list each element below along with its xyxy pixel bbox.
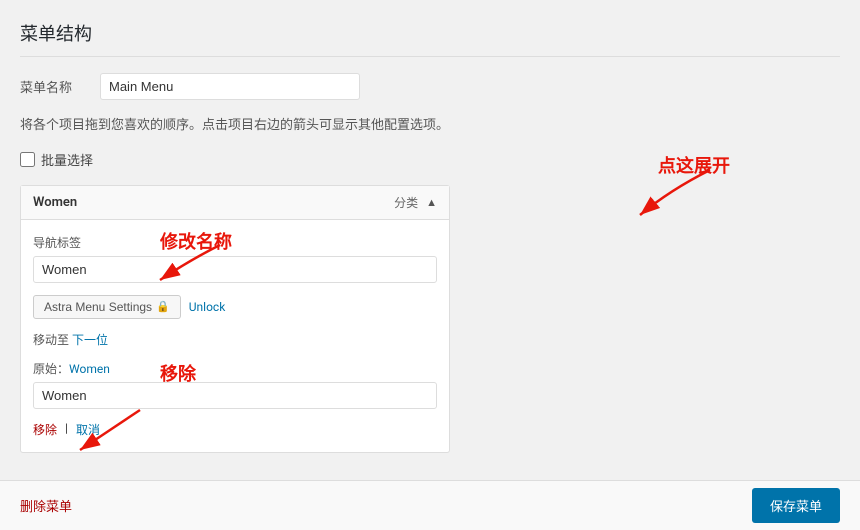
menu-item-title: Women (33, 195, 77, 210)
astra-settings-label: Astra Menu Settings (44, 300, 152, 314)
bulk-select-checkbox[interactable] (20, 152, 35, 167)
bottom-bar: 删除菜单 保存菜单 (0, 480, 860, 530)
original-row: 原始：Women (33, 360, 437, 409)
expand-arrow[interactable]: ▲ (426, 196, 437, 209)
bulk-select-row: 批量选择 (20, 150, 840, 169)
delete-menu-link[interactable]: 删除菜单 (20, 496, 72, 515)
move-row: 移动至 下一位 (33, 331, 437, 348)
cancel-link[interactable]: 取消 (76, 421, 100, 438)
menu-item-category: 分类 (394, 194, 418, 211)
remove-link[interactable]: 移除 (33, 421, 57, 438)
menu-name-input[interactable] (100, 73, 360, 100)
move-label: 移动至 (33, 333, 69, 347)
nav-label-input[interactable] (33, 256, 437, 283)
menu-item-card: Women 分类 ▲ 导航标签 Astra Menu Settings � (20, 185, 450, 453)
page-wrapper: 菜单结构 菜单名称 将各个项目拖到您喜欢的顺序。点击项目右边的箭头可显示其他配置… (0, 0, 860, 530)
move-next-link[interactable]: 下一位 (72, 333, 108, 347)
menu-item-body: 导航标签 Astra Menu Settings 🔒 Unlock 移动至 下一… (21, 220, 449, 452)
astra-settings-button: Astra Menu Settings 🔒 (33, 295, 181, 319)
astra-settings-row: Astra Menu Settings 🔒 Unlock (33, 295, 437, 319)
original-link[interactable]: Women (69, 362, 110, 376)
page-title: 菜单结构 (20, 20, 840, 57)
action-separator: | (65, 421, 68, 438)
info-text: 将各个项目拖到您喜欢的顺序。点击项目右边的箭头可显示其他配置选项。 (20, 116, 840, 136)
menu-item-meta: 分类 ▲ (394, 194, 437, 211)
save-menu-button[interactable]: 保存菜单 (752, 488, 840, 523)
original-input[interactable] (33, 382, 437, 409)
unlock-link[interactable]: Unlock (189, 300, 226, 314)
menu-name-label: 菜单名称 (20, 77, 100, 96)
content-area: 菜单结构 菜单名称 将各个项目拖到您喜欢的顺序。点击项目右边的箭头可显示其他配置… (0, 0, 860, 513)
menu-item-header: Women 分类 ▲ (21, 186, 449, 220)
action-row: 移除 | 取消 (33, 421, 437, 438)
menu-name-row: 菜单名称 (20, 73, 840, 100)
lock-icon: 🔒 (156, 300, 170, 313)
nav-label-group: 导航标签 (33, 234, 437, 283)
nav-label-label: 导航标签 (33, 234, 437, 251)
original-text: 原始： (33, 362, 69, 376)
bulk-select-label[interactable]: 批量选择 (41, 150, 93, 169)
original-label: 原始：Women (33, 360, 437, 377)
